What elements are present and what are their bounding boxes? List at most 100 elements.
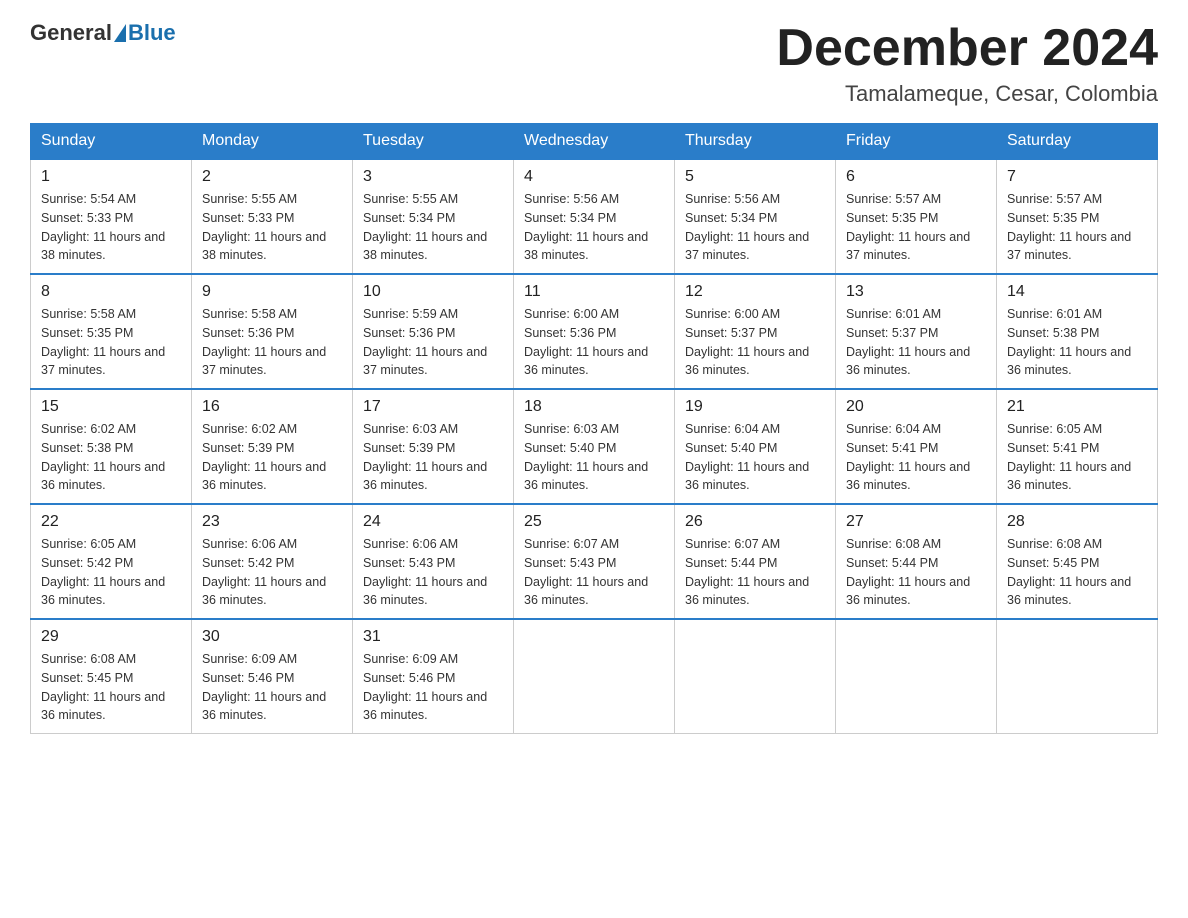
- calendar-table: SundayMondayTuesdayWednesdayThursdayFrid…: [30, 123, 1158, 734]
- day-number: 10: [363, 283, 503, 301]
- day-number: 9: [202, 283, 342, 301]
- calendar-cell: 19 Sunrise: 6:04 AM Sunset: 5:40 PM Dayl…: [675, 389, 836, 504]
- daylight-label: Daylight: 11 hours and 36 minutes.: [41, 690, 165, 723]
- daylight-label: Daylight: 11 hours and 36 minutes.: [846, 460, 970, 493]
- calendar-cell: 8 Sunrise: 5:58 AM Sunset: 5:35 PM Dayli…: [31, 274, 192, 389]
- day-info: Sunrise: 5:56 AM Sunset: 5:34 PM Dayligh…: [685, 190, 825, 265]
- sunset-label: Sunset: 5:41 PM: [1007, 441, 1099, 455]
- sunset-label: Sunset: 5:46 PM: [202, 671, 294, 685]
- calendar-cell: 11 Sunrise: 6:00 AM Sunset: 5:36 PM Dayl…: [514, 274, 675, 389]
- sunrise-label: Sunrise: 5:57 AM: [846, 192, 941, 206]
- day-info: Sunrise: 5:57 AM Sunset: 5:35 PM Dayligh…: [846, 190, 986, 265]
- calendar-cell: 22 Sunrise: 6:05 AM Sunset: 5:42 PM Dayl…: [31, 504, 192, 619]
- day-info: Sunrise: 6:05 AM Sunset: 5:42 PM Dayligh…: [41, 535, 181, 610]
- day-info: Sunrise: 6:06 AM Sunset: 5:43 PM Dayligh…: [363, 535, 503, 610]
- sunrise-label: Sunrise: 6:05 AM: [41, 537, 136, 551]
- sunset-label: Sunset: 5:34 PM: [363, 211, 455, 225]
- daylight-label: Daylight: 11 hours and 36 minutes.: [363, 460, 487, 493]
- sunrise-label: Sunrise: 6:04 AM: [846, 422, 941, 436]
- sunrise-label: Sunrise: 6:08 AM: [41, 652, 136, 666]
- daylight-label: Daylight: 11 hours and 36 minutes.: [685, 460, 809, 493]
- day-number: 19: [685, 398, 825, 416]
- sunrise-label: Sunrise: 6:06 AM: [202, 537, 297, 551]
- calendar-cell: 9 Sunrise: 5:58 AM Sunset: 5:36 PM Dayli…: [192, 274, 353, 389]
- daylight-label: Daylight: 11 hours and 36 minutes.: [41, 460, 165, 493]
- day-info: Sunrise: 5:58 AM Sunset: 5:36 PM Dayligh…: [202, 305, 342, 380]
- sunset-label: Sunset: 5:35 PM: [846, 211, 938, 225]
- weekday-header-monday: Monday: [192, 124, 353, 160]
- weekday-header-saturday: Saturday: [997, 124, 1158, 160]
- day-info: Sunrise: 6:00 AM Sunset: 5:36 PM Dayligh…: [524, 305, 664, 380]
- daylight-label: Daylight: 11 hours and 36 minutes.: [846, 575, 970, 608]
- calendar-cell: 29 Sunrise: 6:08 AM Sunset: 5:45 PM Dayl…: [31, 619, 192, 734]
- daylight-label: Daylight: 11 hours and 38 minutes.: [202, 230, 326, 263]
- logo-blue-text: Blue: [128, 20, 176, 46]
- day-number: 5: [685, 168, 825, 186]
- sunrise-label: Sunrise: 5:57 AM: [1007, 192, 1102, 206]
- sunrise-label: Sunrise: 6:05 AM: [1007, 422, 1102, 436]
- weekday-header-row: SundayMondayTuesdayWednesdayThursdayFrid…: [31, 124, 1158, 160]
- day-number: 29: [41, 628, 181, 646]
- sunset-label: Sunset: 5:33 PM: [41, 211, 133, 225]
- sunrise-label: Sunrise: 5:55 AM: [363, 192, 458, 206]
- sunset-label: Sunset: 5:45 PM: [41, 671, 133, 685]
- calendar-cell: 14 Sunrise: 6:01 AM Sunset: 5:38 PM Dayl…: [997, 274, 1158, 389]
- location-title: Tamalameque, Cesar, Colombia: [776, 81, 1158, 107]
- calendar-cell: 13 Sunrise: 6:01 AM Sunset: 5:37 PM Dayl…: [836, 274, 997, 389]
- logo-general-text: General: [30, 20, 112, 46]
- week-row-2: 8 Sunrise: 5:58 AM Sunset: 5:35 PM Dayli…: [31, 274, 1158, 389]
- sunset-label: Sunset: 5:38 PM: [1007, 326, 1099, 340]
- day-info: Sunrise: 5:54 AM Sunset: 5:33 PM Dayligh…: [41, 190, 181, 265]
- weekday-header-wednesday: Wednesday: [514, 124, 675, 160]
- sunset-label: Sunset: 5:41 PM: [846, 441, 938, 455]
- sunrise-label: Sunrise: 5:55 AM: [202, 192, 297, 206]
- calendar-cell: 28 Sunrise: 6:08 AM Sunset: 5:45 PM Dayl…: [997, 504, 1158, 619]
- day-info: Sunrise: 6:01 AM Sunset: 5:38 PM Dayligh…: [1007, 305, 1147, 380]
- day-number: 27: [846, 513, 986, 531]
- day-info: Sunrise: 6:08 AM Sunset: 5:45 PM Dayligh…: [41, 650, 181, 725]
- sunrise-label: Sunrise: 6:07 AM: [524, 537, 619, 551]
- day-number: 16: [202, 398, 342, 416]
- sunset-label: Sunset: 5:39 PM: [202, 441, 294, 455]
- sunrise-label: Sunrise: 6:01 AM: [846, 307, 941, 321]
- calendar-cell: 17 Sunrise: 6:03 AM Sunset: 5:39 PM Dayl…: [353, 389, 514, 504]
- sunset-label: Sunset: 5:36 PM: [363, 326, 455, 340]
- sunset-label: Sunset: 5:37 PM: [846, 326, 938, 340]
- calendar-cell: 4 Sunrise: 5:56 AM Sunset: 5:34 PM Dayli…: [514, 159, 675, 274]
- calendar-cell: 2 Sunrise: 5:55 AM Sunset: 5:33 PM Dayli…: [192, 159, 353, 274]
- day-info: Sunrise: 6:06 AM Sunset: 5:42 PM Dayligh…: [202, 535, 342, 610]
- daylight-label: Daylight: 11 hours and 36 minutes.: [202, 460, 326, 493]
- sunrise-label: Sunrise: 6:09 AM: [202, 652, 297, 666]
- sunset-label: Sunset: 5:36 PM: [524, 326, 616, 340]
- sunrise-label: Sunrise: 6:02 AM: [41, 422, 136, 436]
- sunrise-label: Sunrise: 5:58 AM: [202, 307, 297, 321]
- sunset-label: Sunset: 5:40 PM: [685, 441, 777, 455]
- calendar-cell: 23 Sunrise: 6:06 AM Sunset: 5:42 PM Dayl…: [192, 504, 353, 619]
- sunrise-label: Sunrise: 6:02 AM: [202, 422, 297, 436]
- calendar-cell: 5 Sunrise: 5:56 AM Sunset: 5:34 PM Dayli…: [675, 159, 836, 274]
- sunrise-label: Sunrise: 5:54 AM: [41, 192, 136, 206]
- sunrise-label: Sunrise: 6:08 AM: [1007, 537, 1102, 551]
- calendar-cell: 27 Sunrise: 6:08 AM Sunset: 5:44 PM Dayl…: [836, 504, 997, 619]
- daylight-label: Daylight: 11 hours and 37 minutes.: [685, 230, 809, 263]
- day-number: 3: [363, 168, 503, 186]
- day-number: 4: [524, 168, 664, 186]
- day-number: 26: [685, 513, 825, 531]
- daylight-label: Daylight: 11 hours and 37 minutes.: [846, 230, 970, 263]
- day-number: 21: [1007, 398, 1147, 416]
- daylight-label: Daylight: 11 hours and 36 minutes.: [41, 575, 165, 608]
- day-number: 6: [846, 168, 986, 186]
- day-info: Sunrise: 6:08 AM Sunset: 5:44 PM Dayligh…: [846, 535, 986, 610]
- day-info: Sunrise: 6:01 AM Sunset: 5:37 PM Dayligh…: [846, 305, 986, 380]
- day-number: 20: [846, 398, 986, 416]
- sunrise-label: Sunrise: 6:00 AM: [685, 307, 780, 321]
- day-info: Sunrise: 5:55 AM Sunset: 5:34 PM Dayligh…: [363, 190, 503, 265]
- day-number: 11: [524, 283, 664, 301]
- sunset-label: Sunset: 5:35 PM: [41, 326, 133, 340]
- title-section: December 2024 Tamalameque, Cesar, Colomb…: [776, 20, 1158, 107]
- daylight-label: Daylight: 11 hours and 38 minutes.: [41, 230, 165, 263]
- day-number: 7: [1007, 168, 1147, 186]
- sunrise-label: Sunrise: 6:00 AM: [524, 307, 619, 321]
- week-row-5: 29 Sunrise: 6:08 AM Sunset: 5:45 PM Dayl…: [31, 619, 1158, 734]
- week-row-1: 1 Sunrise: 5:54 AM Sunset: 5:33 PM Dayli…: [31, 159, 1158, 274]
